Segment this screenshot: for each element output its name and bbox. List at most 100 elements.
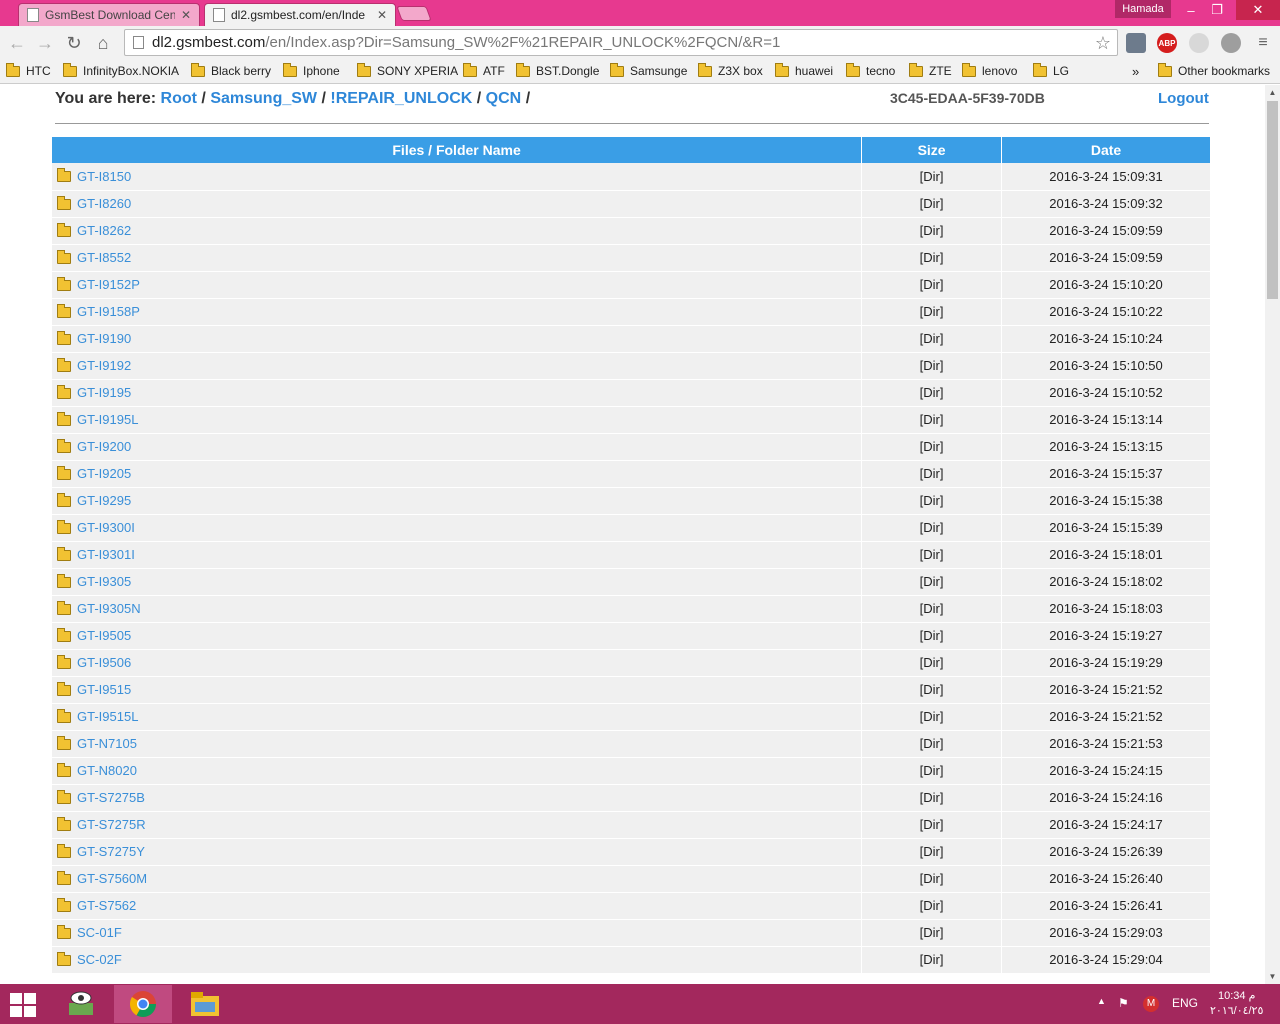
reload-icon[interactable]: ↻ (63, 32, 85, 54)
table-row: GT-I9505 [Dir] 2016-3-24 15:19:27 (52, 622, 1211, 650)
crumb-repair-unlock[interactable]: !REPAIR_UNLOCK (330, 90, 472, 107)
folder-link[interactable]: GT-S7275B (77, 791, 145, 806)
column-header-name[interactable]: Files / Folder Name (52, 137, 863, 163)
bookmark-iphone[interactable]: Iphone (283, 62, 340, 78)
folder-link[interactable]: GT-I9300I (77, 521, 135, 536)
home-icon[interactable]: ⌂ (92, 32, 114, 54)
vertical-scrollbar[interactable]: ▲ ▼ (1265, 85, 1280, 984)
language-indicator[interactable]: ENG (1172, 996, 1198, 1010)
show-hidden-icons-icon[interactable]: ▲ (1097, 996, 1106, 1006)
scroll-up-arrow-icon[interactable]: ▲ (1265, 85, 1280, 100)
crumb-root[interactable]: Root (161, 90, 197, 107)
folder-link[interactable]: GT-I9305 (77, 575, 131, 590)
folder-link[interactable]: GT-I9158P (77, 305, 140, 320)
folder-link[interactable]: GT-I9295 (77, 494, 131, 509)
folder-link[interactable]: GT-I9152P (77, 278, 140, 293)
tab-gsmbest[interactable]: GsmBest Download Cente ✕ (18, 3, 200, 26)
bookmark-zte[interactable]: ZTE (909, 62, 952, 78)
bookmark-huawei[interactable]: huawei (775, 62, 833, 78)
column-header-size[interactable]: Size (861, 137, 1003, 163)
folder-link[interactable]: GT-N7105 (77, 737, 137, 752)
close-tab-icon[interactable]: ✕ (181, 8, 191, 22)
bookmark-lg[interactable]: LG (1033, 62, 1069, 78)
bookmark-label: BST.Dongle (536, 64, 600, 78)
bookmark-atf[interactable]: ATF (463, 62, 505, 78)
bookmark-infinitybox[interactable]: InfinityBox.NOKIA (63, 62, 180, 78)
bookmark-lenovo[interactable]: lenovo (962, 62, 1017, 78)
folder-link[interactable]: SC-01F (77, 926, 122, 941)
folder-icon (57, 573, 71, 588)
viewer-app-icon[interactable] (52, 985, 110, 1023)
clock[interactable]: 10:34 م ٢٠١٦/٠٤/٢٥ (1210, 989, 1263, 1019)
folder-name-cell: GT-I9305N (52, 595, 863, 623)
minimize-button[interactable]: – (1180, 0, 1202, 20)
adblock-icon[interactable]: ABP (1157, 33, 1177, 53)
bookmark-bst-dongle[interactable]: BST.Dongle (516, 62, 600, 78)
action-center-flag-icon[interactable]: ⚑ (1118, 996, 1129, 1010)
column-header-date[interactable]: Date (1001, 137, 1211, 163)
folder-link[interactable]: GT-S7560M (77, 872, 147, 887)
folder-link[interactable]: GT-I8260 (77, 197, 131, 212)
folder-link[interactable]: GT-I9192 (77, 359, 131, 374)
bookmark-label: InfinityBox.NOKIA (83, 64, 180, 78)
restore-button[interactable]: ❐ (1206, 0, 1228, 20)
scroll-down-arrow-icon[interactable]: ▼ (1265, 969, 1280, 984)
bookmarks-overflow-button[interactable]: » (1132, 64, 1139, 79)
folder-link[interactable]: GT-I9301I (77, 548, 135, 563)
file-explorer-icon[interactable] (176, 985, 234, 1023)
logout-link[interactable]: Logout (1158, 90, 1209, 107)
globe-icon[interactable] (1221, 33, 1241, 53)
folder-link[interactable]: GT-I8262 (77, 224, 131, 239)
folder-link[interactable]: GT-I8150 (77, 169, 131, 184)
folder-link[interactable]: GT-I9195L (77, 413, 138, 428)
chrome-icon[interactable] (114, 985, 172, 1023)
close-tab-icon[interactable]: ✕ (377, 8, 387, 22)
folder-link[interactable]: GT-I9506 (77, 656, 131, 671)
size-cell: [Dir] (861, 568, 1003, 596)
address-bar[interactable]: dl2.gsmbest.com/en/Index.asp?Dir=Samsung… (124, 29, 1118, 56)
scroll-thumb[interactable] (1267, 101, 1278, 299)
close-window-button[interactable]: ✕ (1236, 0, 1280, 20)
folder-link[interactable]: GT-S7275R (77, 818, 146, 833)
folder-link[interactable]: GT-I9200 (77, 440, 131, 455)
date-cell: 2016-3-24 15:13:14 (1001, 406, 1211, 434)
bookmark-sony-xperia[interactable]: SONY XPERIA (357, 62, 458, 78)
tab-dl2[interactable]: dl2.gsmbest.com/en/Inde ✕ (204, 3, 396, 26)
folder-link[interactable]: SC-02F (77, 953, 122, 968)
folder-link[interactable]: GT-I9505 (77, 629, 131, 644)
bookmark-label: tecno (866, 64, 896, 78)
folder-link[interactable]: GT-I9205 (77, 467, 131, 482)
folder-link[interactable]: GT-I9195 (77, 386, 131, 401)
table-row: GT-I8150 [Dir] 2016-3-24 15:09:31 (52, 163, 1211, 191)
crumb-qcn[interactable]: QCN (486, 90, 522, 107)
bookmark-z3x-box[interactable]: Z3X box (698, 62, 763, 78)
bookmark-htc[interactable]: HTC (6, 62, 51, 78)
forward-arrow-icon[interactable]: → (34, 32, 56, 54)
folder-link[interactable]: GT-N8020 (77, 764, 137, 779)
bookmark-tecno[interactable]: tecno (846, 62, 896, 78)
folder-icon (57, 276, 71, 291)
table-row: GT-S7275Y [Dir] 2016-3-24 15:26:39 (52, 838, 1211, 866)
antivirus-icon[interactable]: M (1143, 996, 1159, 1012)
crumb-samsung-sw[interactable]: Samsung_SW (210, 90, 317, 107)
folder-link[interactable]: GT-I9515 (77, 683, 131, 698)
folder-link[interactable]: GT-S7562 (77, 899, 136, 914)
folder-link[interactable]: GT-S7275Y (77, 845, 145, 860)
bookmark-blackberry[interactable]: Black berry (191, 62, 271, 78)
new-tab-button[interactable] (396, 6, 432, 21)
folder-link[interactable]: GT-I9515L (77, 710, 138, 725)
shield-icon[interactable] (1126, 33, 1146, 53)
menu-icon[interactable]: ≡ (1252, 32, 1274, 54)
folder-link[interactable]: GT-I9190 (77, 332, 131, 347)
windows-start-icon[interactable] (10, 993, 38, 1017)
circle-icon[interactable] (1189, 33, 1209, 53)
bookmark-samsunge[interactable]: Samsunge (610, 62, 687, 78)
size-cell: [Dir] (861, 487, 1003, 515)
folder-link[interactable]: GT-I8552 (77, 251, 131, 266)
date-cell: 2016-3-24 15:21:52 (1001, 676, 1211, 704)
back-arrow-icon[interactable]: ← (6, 32, 28, 54)
other-bookmarks[interactable]: Other bookmarks (1158, 62, 1270, 78)
profile-button[interactable]: Hamada (1115, 0, 1171, 18)
folder-link[interactable]: GT-I9305N (77, 602, 141, 617)
bookmark-star-icon[interactable]: ☆ (1095, 33, 1111, 54)
